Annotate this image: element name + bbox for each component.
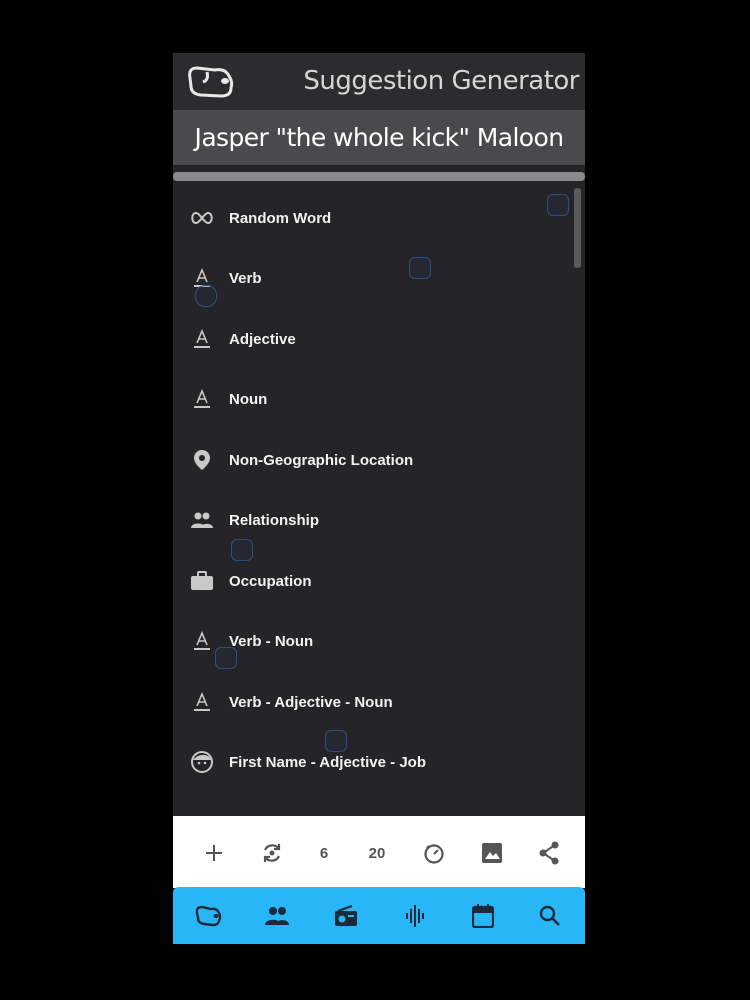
nav-people[interactable]: [263, 903, 291, 929]
timer-icon: [424, 844, 444, 864]
share-icon: [539, 841, 559, 865]
text-format-icon: [189, 628, 215, 654]
list-item-label: Adjective: [229, 330, 296, 348]
text-format-icon: [189, 689, 215, 715]
list-item-label: Verb: [229, 269, 262, 287]
list-item-label: Occupation: [229, 572, 312, 590]
nav-home[interactable]: [194, 903, 222, 929]
radio-icon: [335, 905, 357, 926]
overlay-marker: [215, 647, 237, 669]
list-item-label: Verb - Noun: [229, 632, 314, 650]
app-window: Suggestion Generator Jasper "the whole k…: [173, 53, 585, 944]
suggestion-type-list: Random Word Verb Adjective Noun Non-Geog: [173, 185, 585, 815]
suggestion-display[interactable]: Jasper "the whole kick" Maloon: [173, 110, 585, 165]
nav-audio[interactable]: [402, 903, 430, 929]
location-pin-icon: [189, 447, 215, 473]
refresh-icon: [263, 844, 281, 862]
nav-radio[interactable]: [332, 903, 360, 929]
list-item-label: Random Word: [229, 209, 332, 227]
progress-divider: [173, 172, 585, 181]
app-header: Suggestion Generator: [173, 53, 585, 110]
list-item-label: Noun: [229, 390, 268, 408]
face-icon: [189, 749, 215, 775]
list-item-random-word[interactable]: Random Word: [173, 193, 573, 243]
list-item-label: Relationship: [229, 511, 320, 529]
nav-search[interactable]: [536, 903, 564, 929]
overlay-marker: [231, 539, 253, 561]
overlay-marker: [409, 257, 431, 279]
text-format-icon: [189, 326, 215, 352]
people-icon: [189, 507, 215, 533]
list-item-verb[interactable]: Verb: [173, 253, 573, 303]
image-button[interactable]: [477, 838, 507, 868]
overlay-marker: [195, 285, 217, 307]
list-item-occupation[interactable]: Occupation: [173, 556, 573, 606]
dog-face-icon: [188, 66, 234, 98]
timer-button[interactable]: [419, 838, 449, 868]
app-title: Suggestion Generator: [303, 66, 579, 96]
dog-face-icon: [195, 905, 222, 927]
action-toolbar: 6 20: [173, 816, 585, 888]
plus-icon: [206, 845, 222, 861]
calendar-icon: [472, 904, 494, 928]
briefcase-icon: [189, 568, 215, 594]
share-button[interactable]: [534, 838, 564, 868]
overlay-marker: [547, 194, 569, 216]
nav-calendar[interactable]: [469, 903, 497, 929]
search-icon: [539, 905, 560, 926]
refresh-button[interactable]: [257, 838, 287, 868]
overlay-marker: [325, 730, 347, 752]
count-a-button[interactable]: 6: [309, 838, 339, 868]
count-b-button[interactable]: 20: [362, 838, 392, 868]
list-item-relationship[interactable]: Relationship: [173, 495, 573, 545]
people-icon: [265, 907, 289, 925]
image-icon: [482, 843, 502, 863]
list-item-adjective[interactable]: Adjective: [173, 314, 573, 364]
list-scrollbar[interactable]: [574, 188, 581, 268]
list-item-noun[interactable]: Noun: [173, 374, 573, 424]
waveform-icon: [406, 905, 424, 927]
bottom-navigation: [173, 887, 585, 944]
add-button[interactable]: [199, 838, 229, 868]
list-item-verb-adjective-noun[interactable]: Verb - Adjective - Noun: [173, 677, 573, 727]
list-item-non-geographic-location[interactable]: Non-Geographic Location: [173, 435, 573, 485]
infinity-icon: [189, 205, 215, 231]
text-format-icon: [189, 386, 215, 412]
list-item-label: Verb - Adjective - Noun: [229, 693, 393, 711]
list-item-first-name-adjective-job[interactable]: First Name - Adjective - Job: [173, 737, 573, 787]
list-item-label: Non-Geographic Location: [229, 451, 414, 469]
list-item-label: First Name - Adjective - Job: [229, 753, 426, 771]
